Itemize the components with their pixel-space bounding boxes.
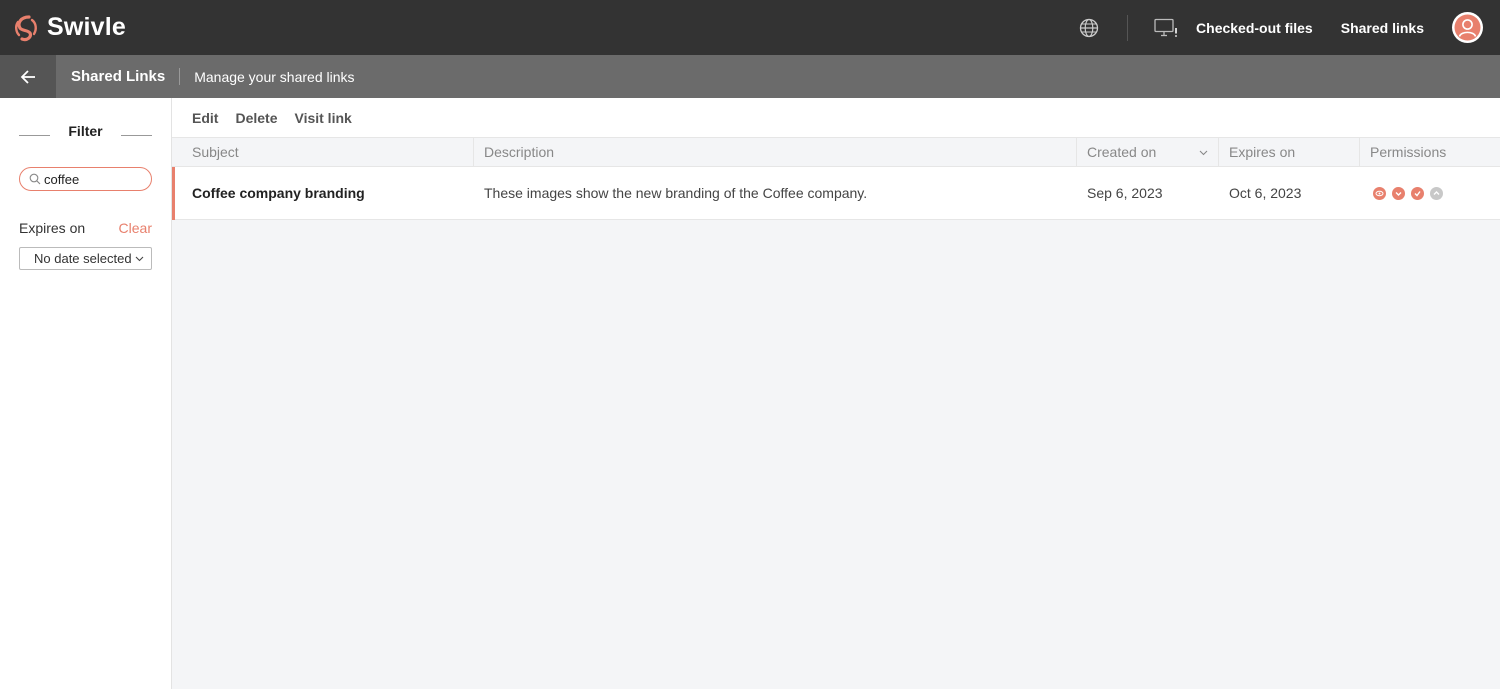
swivle-logo-icon	[15, 14, 37, 41]
page-header-bar: Shared Links Manage your shared links	[0, 55, 1500, 98]
column-header-permissions[interactable]: Permissions	[1360, 138, 1500, 166]
row-description: These images show the new branding of th…	[484, 185, 868, 201]
page-title: Shared Links	[71, 68, 166, 85]
clear-filter-link[interactable]: Clear	[119, 220, 152, 236]
user-icon	[1454, 14, 1481, 41]
globe-icon[interactable]	[1079, 18, 1099, 38]
column-header-label: Created on	[1087, 144, 1157, 160]
filter-heading: Filter	[19, 123, 152, 139]
chevron-down-icon	[135, 256, 144, 262]
main-content: Edit Delete Visit link Subject Descripti…	[172, 98, 1500, 689]
divider	[120, 135, 152, 136]
download-icon	[1411, 186, 1424, 200]
actions-toolbar: Edit Delete Visit link	[172, 98, 1500, 137]
column-header-created-on[interactable]: Created on	[1077, 138, 1219, 166]
back-button[interactable]	[0, 55, 56, 98]
row-subject: Coffee company branding	[192, 185, 365, 201]
page-description: Manage your shared links	[194, 68, 355, 85]
shared-links-link[interactable]: Shared links	[1341, 20, 1424, 36]
row-created-on: Sep 6, 2023	[1087, 185, 1163, 201]
search-input[interactable]	[44, 171, 139, 187]
search-icon	[29, 173, 41, 185]
filter-sidebar: Filter Expires on Clear No date selected	[0, 98, 172, 689]
user-avatar[interactable]	[1452, 12, 1483, 43]
row-permissions	[1360, 167, 1500, 219]
column-header-subject[interactable]: Subject	[172, 138, 474, 166]
table-row[interactable]: Coffee company branding These images sho…	[172, 167, 1500, 220]
app-logo[interactable]: Swivle	[13, 13, 126, 42]
app-name: Swivle	[47, 13, 127, 41]
filter-label: Filter	[68, 123, 103, 139]
table-header: Subject Description Created on Expires o…	[172, 137, 1500, 167]
row-expires-on: Oct 6, 2023	[1229, 185, 1302, 201]
edit-button[interactable]: Edit	[192, 110, 218, 126]
checked-out-monitor-icon[interactable]	[1154, 18, 1178, 38]
view-icon	[1373, 186, 1386, 200]
checked-out-files-link[interactable]: Checked-out files	[1196, 20, 1313, 36]
column-header-description[interactable]: Description	[474, 138, 1077, 166]
divider	[179, 68, 181, 85]
upload-icon	[1430, 186, 1443, 200]
visit-link-button[interactable]: Visit link	[294, 110, 351, 126]
column-header-expires-on[interactable]: Expires on	[1219, 138, 1360, 166]
delete-button[interactable]: Delete	[235, 110, 277, 126]
expires-on-label: Expires on	[19, 220, 86, 236]
download-icon	[1392, 186, 1405, 200]
chevron-down-icon	[1199, 150, 1208, 156]
search-field[interactable]	[19, 167, 152, 191]
date-select-value: No date selected	[34, 251, 132, 266]
expires-date-select[interactable]: No date selected	[19, 247, 152, 270]
top-bar: Swivle Checked-out files Shared links	[0, 0, 1500, 55]
divider	[1127, 14, 1129, 41]
divider	[19, 135, 50, 136]
arrow-left-icon	[20, 69, 35, 84]
